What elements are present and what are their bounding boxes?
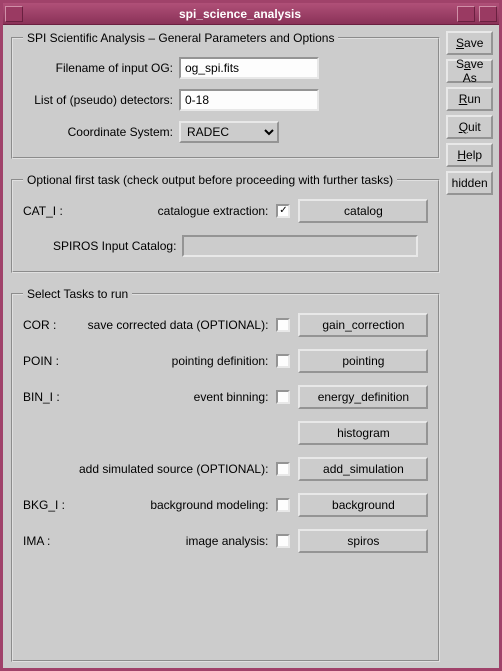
- general-parameters-group: SPI Scientific Analysis – General Parame…: [11, 31, 440, 159]
- bkg-checkbox[interactable]: [276, 498, 290, 512]
- app-window: spi_science_analysis SPI Scientific Anal…: [0, 0, 502, 671]
- hidden-button[interactable]: hidden: [446, 171, 493, 195]
- quit-button[interactable]: Quit: [446, 115, 493, 139]
- background-button[interactable]: background: [298, 493, 428, 517]
- cat-desc: catalogue extraction:: [79, 204, 268, 218]
- content-area: SPI Scientific Analysis – General Parame…: [3, 25, 499, 668]
- bin-checkbox[interactable]: [276, 390, 290, 404]
- check-icon: ✓: [279, 206, 287, 216]
- task-desc: background modeling:: [79, 498, 268, 512]
- optional-task-legend: Optional first task (check output before…: [23, 173, 397, 187]
- gain-correction-button[interactable]: gain_correction: [298, 313, 428, 337]
- coord-label: Coordinate System:: [23, 125, 173, 139]
- main-column: SPI Scientific Analysis – General Parame…: [11, 31, 440, 662]
- spiros-button[interactable]: spiros: [298, 529, 428, 553]
- histogram-button[interactable]: histogram: [298, 421, 428, 445]
- side-button-column: Save Save As Run Quit Help hidden: [446, 31, 493, 662]
- poin-checkbox[interactable]: [276, 354, 290, 368]
- run-button[interactable]: Run: [446, 87, 493, 111]
- filename-input[interactable]: [179, 57, 319, 79]
- optional-task-group: Optional first task (check output before…: [11, 173, 440, 273]
- task-desc: pointing definition:: [79, 354, 268, 368]
- detectors-input[interactable]: [179, 89, 319, 111]
- task-prefix: BIN_I :: [23, 390, 71, 404]
- detectors-label: List of (pseudo) detectors:: [23, 93, 173, 107]
- save-button[interactable]: Save: [446, 31, 493, 55]
- energy-definition-button[interactable]: energy_definition: [298, 385, 428, 409]
- window-title: spi_science_analysis: [25, 7, 455, 21]
- spiros-label: SPIROS Input Catalog:: [53, 239, 176, 253]
- filename-label: Filename of input OG:: [23, 61, 173, 75]
- spiros-input-field[interactable]: [182, 235, 418, 257]
- window-menu-button[interactable]: [5, 6, 23, 22]
- minimize-button[interactable]: [457, 6, 475, 22]
- task-desc: save corrected data (OPTIONAL):: [79, 318, 268, 332]
- save-as-button[interactable]: Save As: [446, 59, 493, 83]
- task-prefix: BKG_I :: [23, 498, 71, 512]
- coord-select[interactable]: RADEC: [179, 121, 279, 143]
- task-prefix: POIN :: [23, 354, 71, 368]
- help-button[interactable]: Help: [446, 143, 493, 167]
- task-desc: event binning:: [79, 390, 268, 404]
- pointing-button[interactable]: pointing: [298, 349, 428, 373]
- task-prefix: IMA :: [23, 534, 71, 548]
- select-tasks-legend: Select Tasks to run: [23, 287, 132, 301]
- cat-prefix: CAT_I :: [23, 204, 71, 218]
- task-desc: image analysis:: [79, 534, 268, 548]
- task-desc: add simulated source (OPTIONAL):: [79, 462, 268, 476]
- ima-checkbox[interactable]: [276, 534, 290, 548]
- addsim-checkbox[interactable]: [276, 462, 290, 476]
- select-tasks-group: Select Tasks to run COR : save corrected…: [11, 287, 440, 662]
- task-prefix: COR :: [23, 318, 71, 332]
- maximize-button[interactable]: [479, 6, 497, 22]
- cat-checkbox[interactable]: ✓: [276, 204, 290, 218]
- catalog-button[interactable]: catalog: [298, 199, 428, 223]
- cor-checkbox[interactable]: [276, 318, 290, 332]
- titlebar: spi_science_analysis: [3, 3, 499, 25]
- general-parameters-legend: SPI Scientific Analysis – General Parame…: [23, 31, 338, 45]
- add-simulation-button[interactable]: add_simulation: [298, 457, 428, 481]
